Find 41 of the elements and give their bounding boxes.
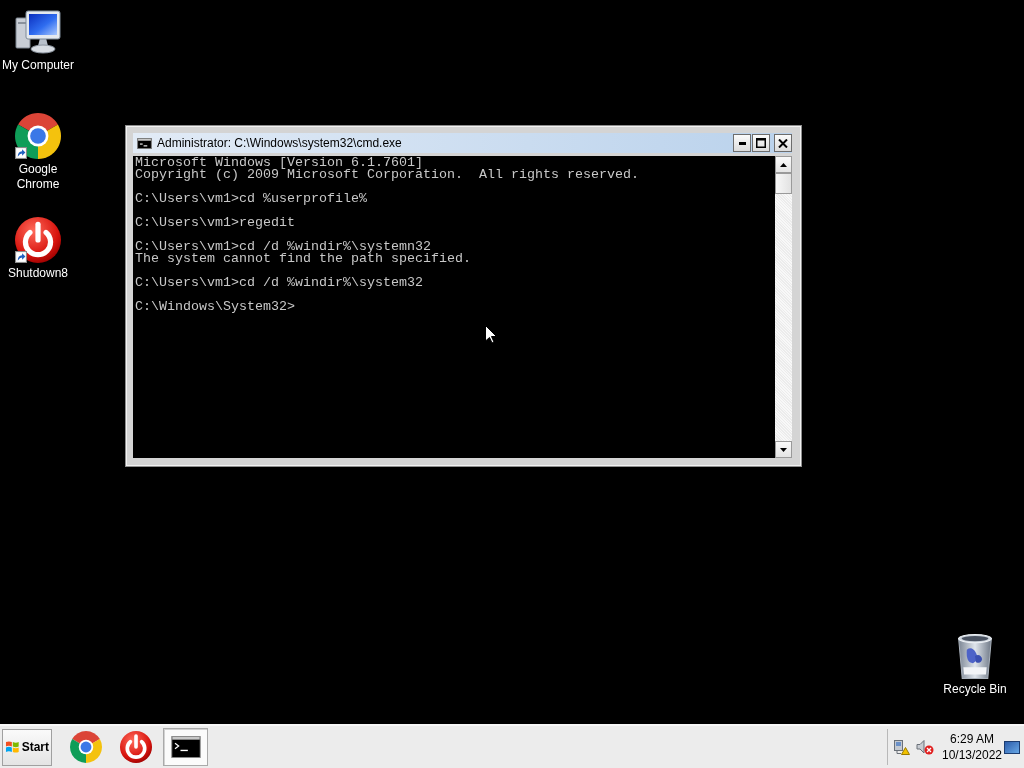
flag-icon <box>5 740 20 754</box>
caret-down-icon <box>780 447 787 452</box>
console-icon <box>137 137 152 149</box>
console-line: C:\Users\vm1>regedit <box>135 217 295 229</box>
start-button[interactable]: Start <box>2 728 52 766</box>
scroll-up-button[interactable] <box>775 156 792 173</box>
console-icon <box>170 736 201 758</box>
computer-icon <box>15 10 61 54</box>
browser-icon <box>69 731 102 763</box>
minimize-button[interactable] <box>733 134 751 152</box>
power-icon <box>119 731 152 763</box>
console-line: The system cannot find the path specified. <box>135 253 471 265</box>
console-line: Copyright (c) 2009 Microsoft Corporation. All rights reserved. <box>135 169 639 181</box>
desktop-item[interactable]: My Computer <box>0 8 76 73</box>
browser-icon <box>15 113 61 159</box>
close-button[interactable] <box>774 134 792 152</box>
console-line: C:\Users\vm1>cd %userprofile% <box>135 193 367 205</box>
caret-up-icon <box>780 162 787 167</box>
power-icon <box>15 217 61 263</box>
desktop-item[interactable]: Google Chrome <box>0 112 76 192</box>
volume-muted-icon[interactable] <box>916 739 934 755</box>
console-line: C:\Users\vm1>cd /d %windir%\system32 <box>135 277 423 289</box>
show-desktop-icon[interactable] <box>1004 740 1020 754</box>
maximize-icon <box>756 138 766 148</box>
scrollbar[interactable] <box>775 156 792 458</box>
window-title: Administrator: C:\Windows\system32\cmd.exe <box>157 136 403 150</box>
console-line: Microsoft Windows [Version 6.1.7601] <box>135 157 423 169</box>
maximize-button[interactable] <box>752 134 770 152</box>
console-line: C:\Windows\System32> <box>135 301 295 313</box>
console-line: C:\Users\vm1>cd /d %windir%\systemn32 <box>135 241 431 253</box>
clock-button[interactable]: 6:29 AM 10/13/2022 <box>940 731 1004 763</box>
desktop-item[interactable]: Shutdown8 <box>0 216 76 281</box>
close-icon <box>778 138 788 148</box>
scroll-down-button[interactable] <box>775 441 792 458</box>
desktop-item[interactable]: Recycle Bin <box>937 633 1013 697</box>
network-warning-icon[interactable] <box>893 739 910 755</box>
minimize-icon <box>738 141 746 145</box>
trash-bin-icon <box>958 634 992 679</box>
mouse-pointer-icon <box>485 325 497 344</box>
taskbar-button[interactable] <box>163 728 208 766</box>
scrollbar-thumb[interactable] <box>775 173 792 194</box>
